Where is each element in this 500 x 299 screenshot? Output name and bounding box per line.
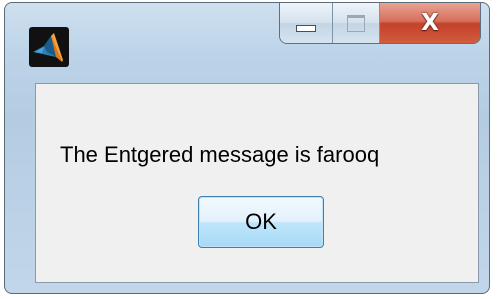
ok-button[interactable]: OK (198, 196, 324, 248)
maximize-icon (347, 14, 365, 32)
close-icon: X (421, 9, 439, 36)
dialog-window: X The Entgered message is farooq OK (4, 2, 490, 294)
close-button[interactable]: X (380, 3, 480, 43)
maximize-button (333, 3, 380, 43)
matlab-logo-icon[interactable] (29, 27, 69, 67)
window-controls: X (279, 3, 481, 44)
dialog-client-area: The Entgered message is farooq OK (35, 83, 479, 283)
minimize-button[interactable] (280, 3, 333, 43)
message-text: The Entgered message is farooq (60, 142, 380, 167)
title-bar[interactable]: X (5, 3, 489, 83)
minimize-icon (296, 24, 316, 32)
